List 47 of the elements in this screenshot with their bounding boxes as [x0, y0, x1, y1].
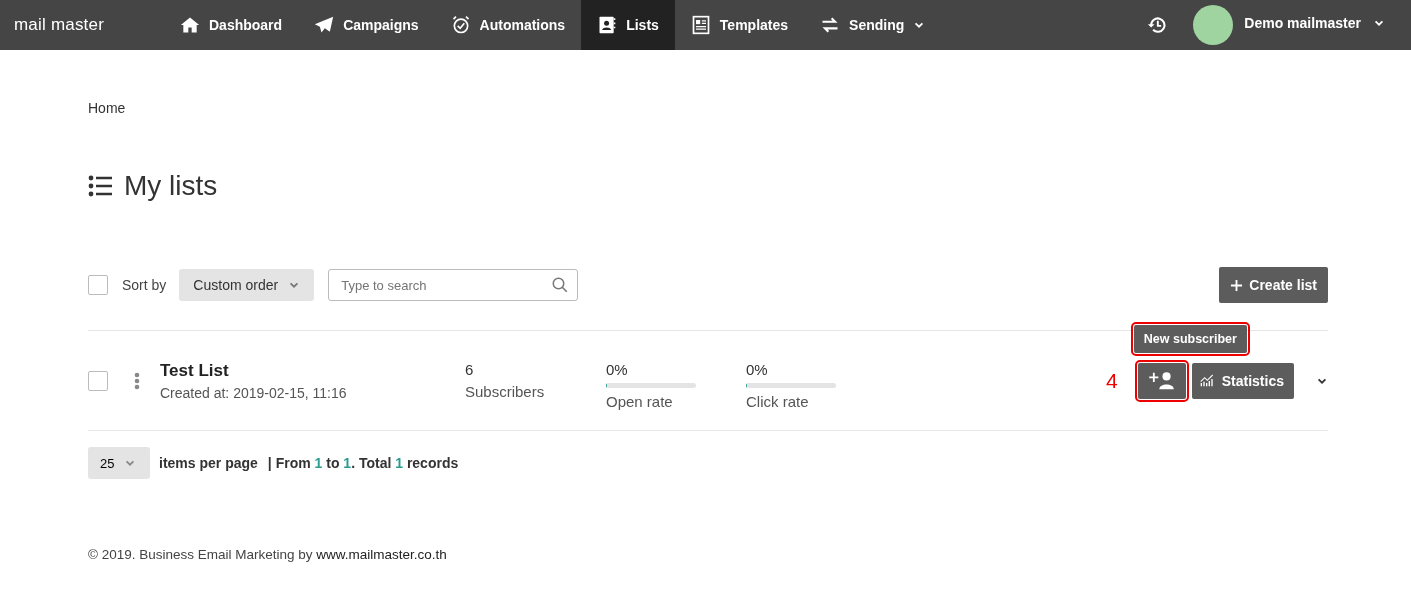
website-link[interactable]: www.mailmaster.co.th [316, 547, 447, 562]
history-icon [1147, 15, 1168, 35]
records-summary: | From 1 to 1. Total 1 records [267, 455, 459, 471]
subscriber-count: 6 [465, 361, 475, 378]
create-list-button[interactable]: Create list [1219, 267, 1328, 303]
open-rate-label: Open rate [606, 393, 674, 410]
nav-tab[interactable]: Sending [804, 0, 942, 50]
nav-tab[interactable]: Automations [434, 0, 582, 50]
nav-tab[interactable]: Templates [674, 0, 805, 50]
copyright-text: © 2019. Business Email Marketing by www.mailmaster.co.th [88, 547, 447, 562]
sort-label: Sort by [122, 277, 167, 293]
user-avatar[interactable] [1193, 5, 1234, 45]
add-subscriber-button[interactable] [1137, 362, 1186, 399]
add-person-icon [1146, 370, 1177, 391]
list-icon [88, 174, 112, 198]
swap-arrows-icon [820, 15, 841, 35]
newspaper-icon [690, 15, 711, 35]
contact-book-icon [597, 15, 618, 35]
subscribers-label: Subscribers [465, 383, 546, 400]
per-page-dropdown[interactable]: 25 [88, 447, 150, 479]
home-icon [180, 15, 200, 35]
select-all-checkbox[interactable] [88, 275, 108, 295]
row-checkbox[interactable] [88, 370, 108, 391]
kebab-menu-icon[interactable] [134, 371, 140, 390]
plus-icon [1230, 278, 1244, 292]
list-name[interactable]: Test List [160, 360, 465, 381]
brand-logo[interactable]: mail master [0, 0, 164, 50]
click-rate-label: Click rate [746, 393, 810, 410]
bar-chart-icon [1199, 372, 1216, 389]
breadcrumb-link[interactable]: Home [88, 100, 126, 118]
page-title: My lists [124, 170, 218, 202]
step-number: 4 [1106, 368, 1118, 393]
open-rate-value: 0% [606, 361, 629, 378]
search-icon [551, 276, 570, 294]
created-date: Created at: 2019-02-15, 11:16 [160, 384, 348, 401]
nav-tab[interactable]: Dashboard [164, 0, 299, 50]
user-menu[interactable]: Demo mailmaster [1244, 15, 1385, 31]
nav-tab[interactable]: Campaigns [298, 0, 435, 50]
per-page-label: items per page [159, 455, 258, 471]
search-field[interactable]: Type to search [328, 269, 579, 301]
paper-plane-icon [314, 15, 335, 35]
click-rate-value: 0% [746, 361, 769, 378]
nav-tab[interactable]: Lists [581, 0, 675, 50]
tooltip: New subscriber [1133, 324, 1247, 353]
sort-dropdown[interactable]: Custom order [179, 269, 315, 301]
alarm-clock-icon [450, 15, 471, 35]
statistics-button[interactable]: Statistics [1191, 362, 1294, 399]
